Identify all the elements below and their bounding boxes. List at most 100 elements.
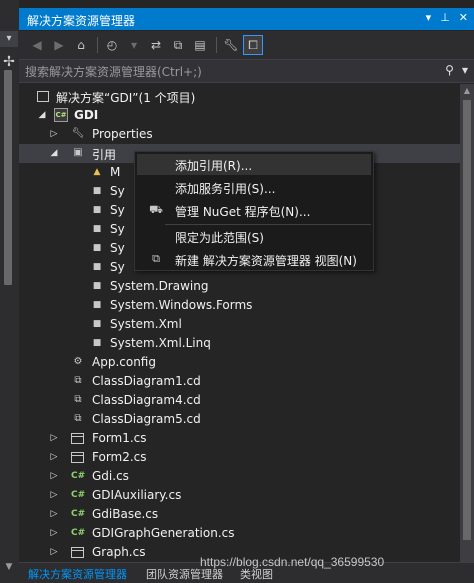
file-label: Form2.cs [92,450,147,464]
tree-row-project[interactable]: ◢ C# GDI [19,106,460,125]
csharp-project-icon: C# [54,108,68,122]
file-label: Form1.cs [92,431,147,445]
tree-scrollbar[interactable]: ▲ [460,84,474,562]
home-icon[interactable]: ⌂ [71,35,91,55]
file-label: GdiBase.cs [92,507,159,521]
tree-row-reference[interactable]: ■ System.Drawing [19,277,460,296]
panel-title: 解决方案资源管理器 [27,14,136,28]
collapsed-caret-icon[interactable]: ▷ [49,448,59,467]
form-file-icon [71,433,84,444]
expanded-caret-icon[interactable]: ◢ [37,106,47,125]
file-label: GDIGraphGeneration.cs [92,526,235,540]
tree-row-reference[interactable]: ■ System.Xml.Linq [19,334,460,353]
tree-row-file[interactable]: ▷ C# Gdi.cs [19,467,460,486]
scroll-down-icon[interactable]: ▼ [2,562,16,576]
file-label: ClassDiagram4.cd [92,393,201,407]
reference-label: Sy [110,222,125,236]
tree-row-file[interactable]: ⧉ ClassDiagram5.cd [19,410,460,429]
search-icon[interactable]: ⚲ [445,63,454,77]
form-file-icon [71,547,84,558]
file-label: ClassDiagram5.cd [92,412,201,426]
file-label: GDIAuxiliary.cs [92,488,182,502]
assembly-icon: ■ [92,224,102,234]
panel-titlebar[interactable]: 解决方案资源管理器 ▾ ⊥ ✕ [19,8,474,30]
close-icon[interactable]: ✕ [459,11,468,24]
toolbar: ◀ ▶ ⌂ ◴ ▾ ⇄ ⧉ ▤ 🔧︎ ⧠ [19,31,474,59]
collapsed-caret-icon[interactable]: ▷ [49,429,59,448]
reference-label: System.Drawing [110,279,209,293]
tree-row-properties[interactable]: ▷ 🔧︎ Properties [19,125,460,144]
tree-row-file[interactable]: ▷ C# GdiBase.cs [19,505,460,524]
tree-row-file[interactable]: ▷ Form2.cs [19,448,460,467]
scrollbar-thumb[interactable] [463,100,471,540]
tree-row-file[interactable]: ⧉ ClassDiagram1.cd [19,372,460,391]
tree-row-file[interactable]: ▷ Form1.cs [19,429,460,448]
collapsed-caret-icon[interactable]: ▷ [49,543,59,562]
back-icon[interactable]: ◀ [27,35,47,55]
preview-icon[interactable]: ⧠ [243,35,263,55]
toolbar-separator [97,37,98,53]
menu-item-label: 添加引用(R)... [175,159,253,173]
class-diagram-icon: ⧉ [74,413,82,424]
tree-row-file[interactable]: ⧉ ClassDiagram4.cd [19,391,460,410]
show-all-files-icon[interactable]: ▤ [190,35,210,55]
split-handle-icon[interactable]: ✢ [2,52,16,72]
dropdown-arrow-icon[interactable]: ▾ [426,11,432,24]
properties-icon[interactable]: 🔧︎ [221,35,241,55]
collapsed-caret-icon[interactable]: ▷ [49,505,59,524]
collapsed-caret-icon[interactable]: ▷ [49,524,59,543]
search-input[interactable] [25,63,425,80]
tree-row-file[interactable]: ▷ C# GDIGraphGeneration.cs [19,524,460,543]
menu-item-label: 限定为此范围(S) [175,231,264,245]
menu-item-manage-nuget[interactable]: ⛟ 管理 NuGet 程序包(N)... [137,200,371,221]
reference-label: Sy [110,203,125,217]
assembly-icon: ■ [92,319,102,329]
menu-item-add-service-reference[interactable]: 添加服务引用(S)... [137,177,371,198]
forward-icon[interactable]: ▶ [49,35,69,55]
expanded-caret-icon[interactable]: ◢ [49,144,59,163]
menu-item-new-view[interactable]: ⧉ 新建 解决方案资源管理器 视图(N) [137,249,371,270]
menu-separator [165,224,371,225]
references-label: 引用 [92,148,117,162]
reference-label: M [110,165,121,179]
sync-icon[interactable]: ⇄ [146,35,166,55]
collapsed-caret-icon[interactable]: ▷ [49,467,59,486]
new-view-icon: ⧉ [152,252,160,265]
properties-label: Properties [92,127,153,141]
toolbar-separator [216,37,217,53]
csharp-file-icon: C# [71,528,86,538]
references-icon: ▣ [73,147,83,158]
collapsed-caret-icon[interactable]: ▷ [49,486,59,505]
menu-item-label: 新建 解决方案资源管理器 视图(N) [175,254,357,268]
file-label: Gdi.cs [92,469,129,483]
assembly-icon: ■ [92,281,102,291]
reference-label: System.Xml [110,317,182,331]
file-label: ClassDiagram1.cd [92,374,201,388]
tree-row-file[interactable]: ▷ C# GDIAuxiliary.cs [19,486,460,505]
dropdown-small-icon[interactable]: ▾ [124,35,144,55]
collapse-all-icon[interactable]: ⧉ [168,35,188,55]
reference-label: Sy [110,184,125,198]
menu-item-scope-to-this[interactable]: 限定为此范围(S) [137,226,371,247]
pin-icon[interactable]: ⊥ [440,11,450,24]
history-icon[interactable]: ◴ [102,35,122,55]
dropdown-arrow-icon[interactable]: ▾ [0,31,18,47]
menu-item-add-reference[interactable]: 添加引用(R)... [137,154,371,175]
collapsed-caret-icon[interactable]: ▷ [49,125,59,144]
scroll-up-icon[interactable]: ▲ [460,86,474,95]
csharp-file-icon: C# [71,490,86,500]
tree-row-file[interactable]: ⚙ App.config [19,353,460,372]
assembly-icon: ■ [92,186,102,196]
menu-item-label: 管理 NuGet 程序包(N)... [175,205,311,219]
tree-row-solution[interactable]: 解决方案“GDI”(1 个项目) [19,87,460,106]
watermark-text: https://blog.csdn.net/qq_36599530 [200,555,385,569]
tree-row-reference[interactable]: ■ System.Windows.Forms [19,296,460,315]
solution-explorer-panel: 解决方案资源管理器 ▾ ⊥ ✕ ◀ ▶ ⌂ ◴ ▾ ⇄ ⧉ ▤ 🔧︎ ⧠ ⚲ ▾… [19,0,474,583]
left-scrollbar-thumb[interactable] [4,70,12,285]
reference-label: Sy [110,260,125,274]
tab-solution-explorer[interactable]: 解决方案资源管理器 [28,566,127,582]
reference-label: Sy [110,241,125,255]
tree-row-reference[interactable]: ■ System.Xml [19,315,460,334]
search-options-icon[interactable]: ▾ [462,63,468,77]
wrench-icon: 🔧︎ [71,128,85,139]
